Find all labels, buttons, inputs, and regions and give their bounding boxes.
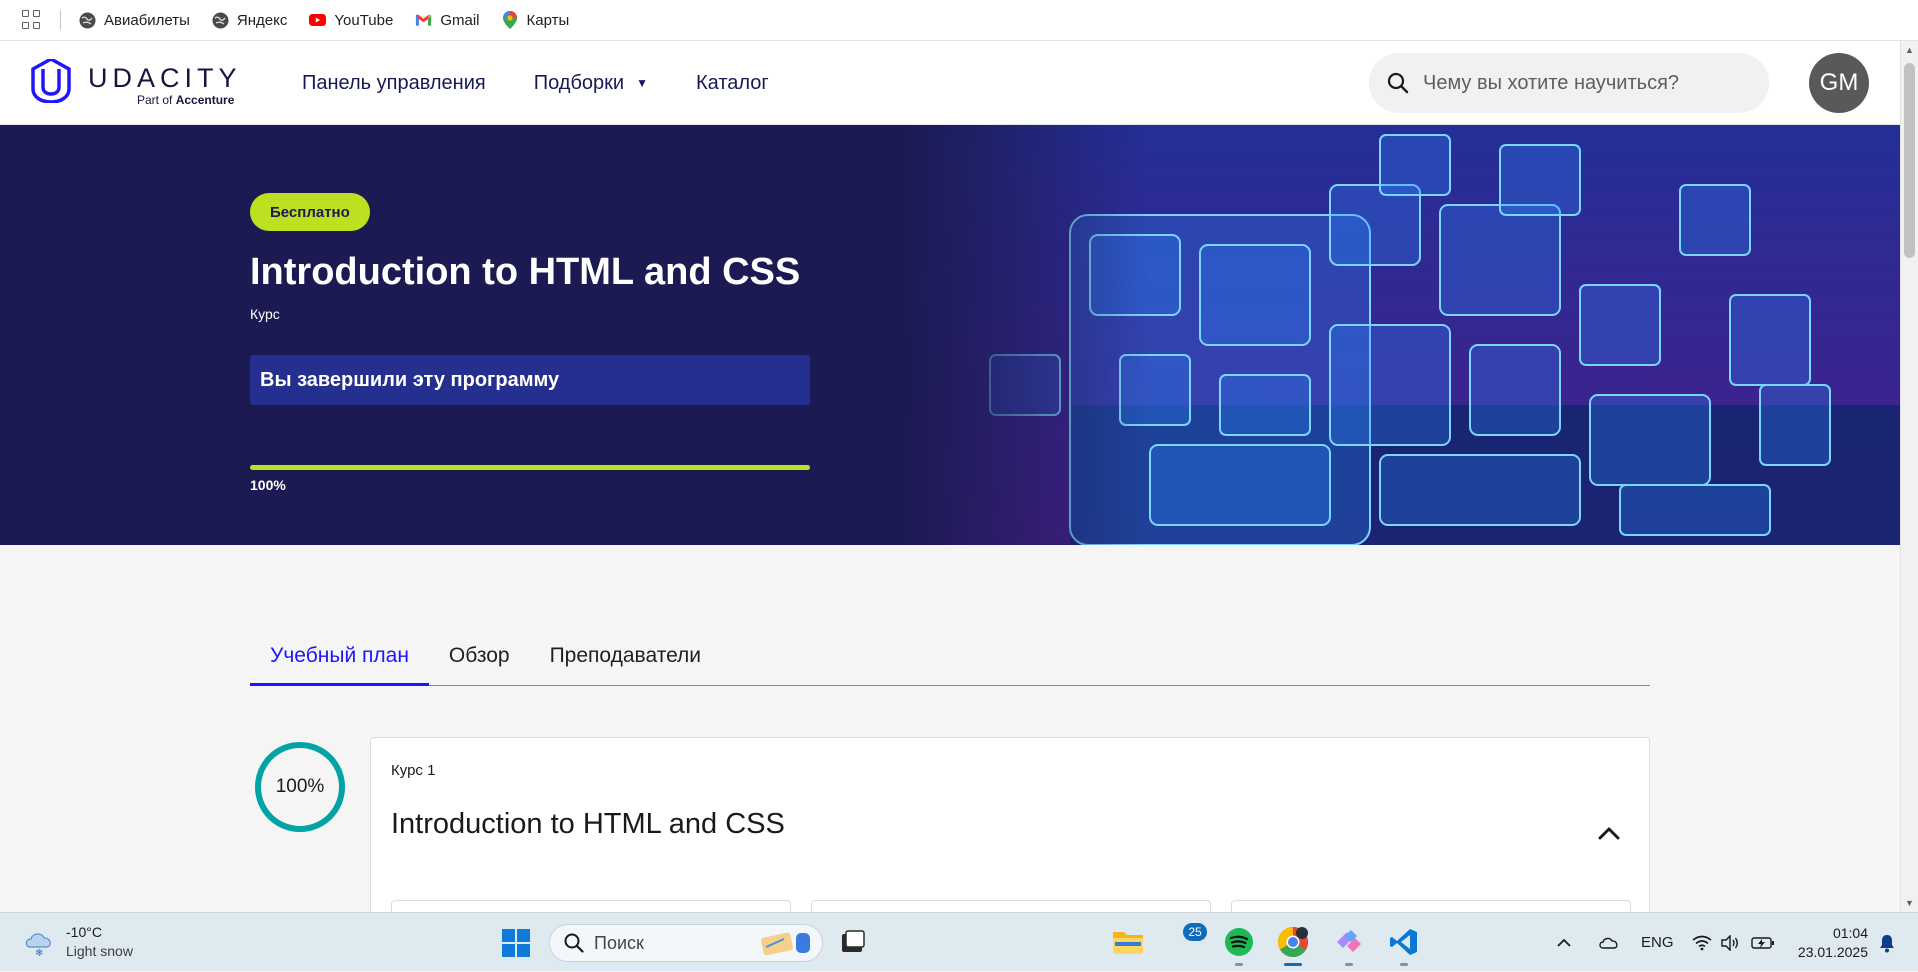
bookmark-aviabilety[interactable]: Авиабилеты (79, 12, 190, 29)
spotify-icon[interactable] (1222, 925, 1256, 959)
bookmark-label: Gmail (440, 11, 480, 29)
logo-sub-brand: Accenture (175, 93, 235, 107)
language-indicator[interactable]: ENG (1641, 913, 1674, 972)
windows-start-icon[interactable] (502, 929, 530, 957)
nav-dashboard-label: Панель управления (302, 71, 486, 94)
snow-cloud-icon: ❄ (25, 933, 51, 957)
site-header: UDACITY Part of Accenture Панель управле… (0, 41, 1900, 125)
chrome-icon[interactable] (1276, 925, 1310, 959)
scroll-up-arrow-icon[interactable]: ▲ (1905, 45, 1914, 55)
course-progress-ring-label: 100% (275, 776, 325, 797)
tray-overflow-icon[interactable] (1556, 913, 1572, 972)
tab-instructors[interactable]: Преподаватели (530, 630, 721, 686)
running-indicator (1235, 963, 1243, 966)
globe-icon (79, 12, 96, 29)
course-progress-bar (250, 465, 810, 470)
running-indicator (1400, 963, 1408, 966)
bookmark-youtube[interactable]: YouTube (309, 12, 393, 29)
youtube-icon (309, 12, 327, 29)
vscode-icon[interactable] (1387, 925, 1421, 959)
svg-text:❄: ❄ (35, 948, 43, 957)
logo-subtitle: Part of Accenture (137, 93, 234, 107)
udacity-u-icon (31, 59, 71, 103)
nav-collections-label: Подборки (533, 71, 625, 94)
weather-temp: -10°C (66, 924, 102, 940)
file-explorer-icon[interactable] (1111, 925, 1145, 959)
notification-badge: 25 (1183, 923, 1207, 941)
bookmark-label: Яндекс (236, 11, 288, 29)
clock-time: 01:04 (1832, 925, 1868, 941)
search-icon (1387, 72, 1409, 94)
bookmark-label: YouTube (334, 11, 394, 29)
main-nav: Панель управления Подборки ▼ Каталог (302, 41, 817, 125)
collapse-button[interactable] (1594, 818, 1624, 848)
app-launcher-icon[interactable] (1332, 925, 1366, 959)
hero-illustration (900, 125, 1900, 545)
running-indicator (1345, 963, 1353, 966)
clock-date: 23.01.2025 (1797, 944, 1868, 960)
taskbar-search[interactable]: Поиск (549, 924, 823, 962)
bookmark-label: Карты (526, 11, 570, 29)
tab-overview[interactable]: Обзор (429, 630, 530, 686)
nav-dashboard[interactable]: Панель управления (302, 72, 486, 95)
course-title: Introduction to HTML and CSS (250, 251, 801, 293)
task-view-icon[interactable] (836, 925, 870, 959)
page-scrollbar[interactable]: ▲ ▼ (1900, 41, 1918, 912)
user-avatar[interactable]: GM (1809, 53, 1869, 113)
bookmark-gmail[interactable]: Gmail (415, 11, 480, 29)
logo-wordmark: UDACITY (88, 63, 242, 93)
course-card: Курс 1 Introduction to HTML and CSS (370, 737, 1650, 920)
bookmarks-separator (60, 10, 61, 30)
udacity-logo[interactable]: UDACITY Part of Accenture (30, 55, 250, 111)
taskbar-search-label: Поиск (594, 932, 644, 953)
nav-catalog-label: Каталог (695, 71, 769, 94)
globe-icon (212, 12, 229, 29)
course-progress-fill (250, 465, 810, 470)
course-progress-label: 100% (250, 477, 286, 493)
windows-taskbar: ❄ -10°C Light snow Поиск 25 ENG 01:04 23… (0, 912, 1918, 971)
running-indicator-active (1284, 963, 1302, 966)
weather-condition: Light snow (66, 943, 133, 959)
course-card-kicker: Курс 1 (391, 762, 436, 779)
scroll-down-arrow-icon[interactable]: ▼ (1905, 898, 1914, 908)
nav-collections[interactable]: Подборки ▼ (534, 72, 648, 95)
maps-pin-icon (502, 11, 519, 29)
bookmarks-bar: Авиабилеты Яндекс YouTube Gmail Карты (0, 0, 1918, 41)
battery-icon[interactable] (1751, 913, 1775, 972)
free-badge: Бесплатно (250, 193, 370, 231)
logo-sub-prefix: Part of (137, 93, 176, 107)
notifications-bell-icon[interactable] (1878, 913, 1896, 972)
bookmark-yandex[interactable]: Яндекс (212, 12, 287, 29)
volume-icon[interactable] (1720, 913, 1740, 972)
wifi-icon[interactable] (1692, 913, 1712, 972)
scroll-thumb[interactable] (1904, 63, 1915, 258)
chevron-up-icon (1598, 827, 1620, 840)
weather-widget[interactable]: ❄ -10°C Light snow (22, 923, 133, 961)
completed-banner: Вы завершили эту программу (250, 355, 810, 405)
apps-grid-icon[interactable] (22, 10, 42, 30)
caret-down-icon: ▼ (636, 76, 648, 90)
system-clock[interactable]: 01:04 23.01.2025 (1794, 924, 1868, 962)
course-hero: Бесплатно Introduction to HTML and CSS К… (0, 125, 1900, 545)
gmail-icon (415, 12, 432, 29)
tab-curriculum[interactable]: Учебный план (250, 630, 429, 686)
bookmark-maps[interactable]: Карты (502, 11, 570, 29)
search-input[interactable] (1423, 71, 1743, 95)
search-highlight-icon (761, 932, 810, 956)
search-box[interactable] (1369, 53, 1769, 113)
search-icon (564, 933, 584, 953)
nav-catalog[interactable]: Каталог (696, 72, 769, 95)
bookmark-label: Авиабилеты (104, 11, 190, 29)
course-card-title: Introduction to HTML and CSS (391, 808, 785, 840)
course-tabs: Учебный план Обзор Преподаватели (250, 630, 1650, 686)
onedrive-icon[interactable] (1598, 913, 1620, 972)
course-kind: Курс (250, 306, 280, 322)
